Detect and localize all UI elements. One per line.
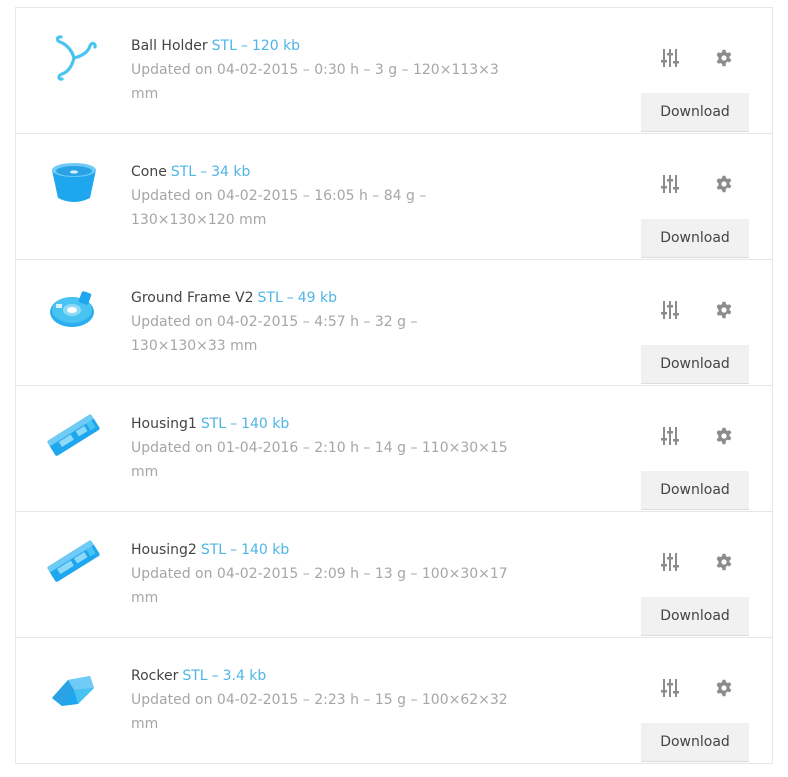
file-meta: STL –49 kb: [257, 290, 338, 306]
sliders-icon[interactable]: [659, 425, 681, 447]
download-button[interactable]: Download: [641, 723, 749, 762]
gear-icon[interactable]: [713, 551, 735, 573]
model-list: Ball Holder STL –120 kb Updated on 04-02-2…: [15, 7, 773, 764]
file-size: 49 kb: [297, 290, 338, 306]
model-name[interactable]: Ground Frame V2: [131, 290, 254, 306]
model-info: Housing1 STL –140 kb Updated on 01-04-2016…: [131, 412, 511, 484]
ball-holder-model-icon: [44, 28, 104, 88]
model-name[interactable]: Ball Holder: [131, 38, 208, 54]
model-row: Cone STL –34 kb Updated on 04-02-2015 – 16…: [16, 134, 772, 260]
cone-model-icon: [44, 154, 104, 214]
model-details: Updated on 04-02-2015 – 0:30 h – 3 g – 1…: [131, 62, 499, 102]
sliders-icon[interactable]: [659, 173, 681, 195]
file-format: STL: [257, 290, 283, 306]
sliders-icon[interactable]: [659, 299, 681, 321]
file-meta: STL –34 kb: [170, 164, 251, 180]
model-details: Updated on 01-04-2016 – 2:10 h – 14 g – …: [131, 440, 508, 480]
model-details: Updated on 04-02-2015 – 16:05 h – 84 g –…: [131, 188, 427, 228]
model-name[interactable]: Housing2: [131, 542, 197, 558]
file-size: 140 kb: [241, 416, 290, 432]
file-meta: STL –3.4 kb: [182, 668, 267, 684]
file-format: STL: [182, 668, 208, 684]
ground-frame-model-icon: [44, 280, 104, 340]
download-button[interactable]: Download: [641, 93, 749, 132]
file-format: STL: [170, 164, 197, 180]
gear-icon[interactable]: [713, 677, 735, 699]
file-size: 3.4 kb: [222, 668, 267, 684]
model-details: Updated on 04-02-2015 – 2:23 h – 15 g – …: [131, 692, 508, 732]
gear-icon[interactable]: [713, 299, 735, 321]
file-format: STL: [200, 542, 227, 558]
model-info: Rocker STL –3.4 kb Updated on 04-02-2015 –…: [131, 664, 511, 736]
gear-icon[interactable]: [713, 425, 735, 447]
file-meta: STL –140 kb: [200, 542, 290, 558]
sliders-icon[interactable]: [659, 47, 681, 69]
model-row: Housing1 STL –140 kb Updated on 01-04-2016…: [16, 386, 772, 512]
model-name[interactable]: Rocker: [131, 668, 178, 684]
download-button[interactable]: Download: [641, 597, 749, 636]
model-row: Housing2 STL –140 kb Updated on 04-02-2015…: [16, 512, 772, 638]
file-format: STL: [200, 416, 227, 432]
file-meta: STL –140 kb: [200, 416, 290, 432]
download-button[interactable]: Download: [641, 471, 749, 510]
model-info: Ground Frame V2 STL –49 kb Updated on 04-0…: [131, 286, 511, 358]
model-row: Ball Holder STL –120 kb Updated on 04-02-2…: [16, 8, 772, 134]
gear-icon[interactable]: [713, 173, 735, 195]
model-info: Housing2 STL –140 kb Updated on 04-02-2015…: [131, 538, 511, 610]
housing-model-icon: [44, 532, 104, 592]
model-name[interactable]: Cone: [131, 164, 167, 180]
file-size: 120 kb: [251, 38, 301, 54]
model-details: Updated on 04-02-2015 – 2:09 h – 13 g – …: [131, 566, 508, 606]
model-details: Updated on 04-02-2015 – 4:57 h – 32 g – …: [131, 314, 418, 354]
model-name[interactable]: Housing1: [131, 416, 197, 432]
file-format: STL: [211, 38, 237, 54]
download-button[interactable]: Download: [641, 219, 749, 258]
model-info: Ball Holder STL –120 kb Updated on 04-02-2…: [131, 34, 511, 106]
file-size: 34 kb: [211, 164, 251, 180]
rocker-model-icon: [44, 658, 104, 718]
file-size: 140 kb: [241, 542, 290, 558]
model-info: Cone STL –34 kb Updated on 04-02-2015 – 16…: [131, 160, 511, 232]
housing-model-icon: [44, 406, 104, 466]
model-row: Rocker STL –3.4 kb Updated on 04-02-2015 –…: [16, 638, 772, 764]
sliders-icon[interactable]: [659, 677, 681, 699]
sliders-icon[interactable]: [659, 551, 681, 573]
model-row: Ground Frame V2 STL –49 kb Updated on 04-0…: [16, 260, 772, 386]
download-button[interactable]: Download: [641, 345, 749, 384]
file-meta: STL –120 kb: [211, 38, 301, 54]
gear-icon[interactable]: [713, 47, 735, 69]
